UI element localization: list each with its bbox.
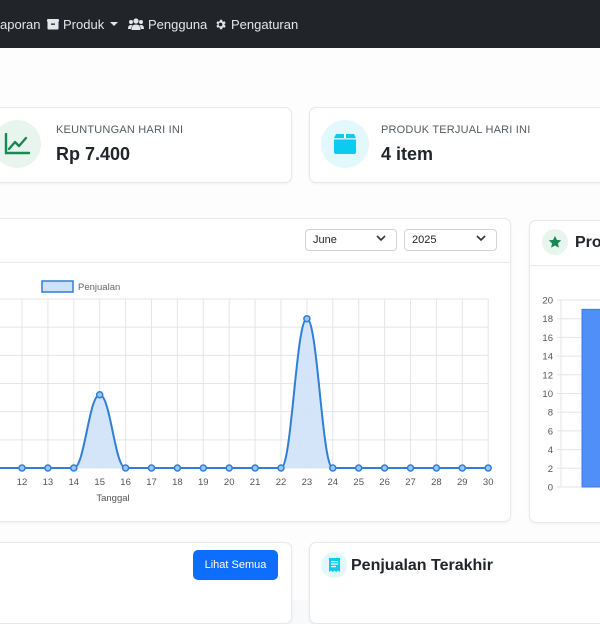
series-area bbox=[0, 318, 489, 468]
data-point bbox=[121, 464, 130, 472]
x-tick-label: 14 bbox=[69, 477, 80, 488]
y-tick-label: 10 bbox=[542, 389, 553, 400]
y-tick-label: 0 bbox=[548, 483, 553, 494]
stat-label: PRODUK TERJUAL HARI INI bbox=[381, 124, 531, 136]
stat-card-sold: PRODUK TERJUAL HARI INI 4 item bbox=[309, 107, 600, 183]
y-tick-label: 4 bbox=[548, 445, 553, 456]
box-icon bbox=[47, 18, 59, 29]
x-tick-label: 13 bbox=[43, 477, 54, 488]
data-point bbox=[70, 464, 78, 472]
data-point bbox=[173, 464, 182, 472]
data-point bbox=[277, 464, 285, 472]
y-tick-label: 8 bbox=[548, 408, 553, 419]
card-title: Pro bbox=[575, 234, 600, 251]
bottom-left-card: Lihat Semua bbox=[0, 542, 292, 624]
x-tick-label: 30 bbox=[483, 477, 494, 488]
y-tick-label: 12 bbox=[542, 370, 553, 381]
month-select-value: June bbox=[313, 234, 337, 246]
y-tick-label: 20 bbox=[542, 296, 553, 307]
x-tick-label: 27 bbox=[405, 477, 416, 488]
sales-line-chart: Penjualan 12 13 14 15 16 17 18 19 20 21 22 23 24 25 26… bbox=[0, 280, 494, 504]
data-point bbox=[329, 464, 337, 472]
x-tick-label: 18 bbox=[172, 477, 183, 488]
data-point bbox=[199, 464, 208, 472]
chevron-down-icon bbox=[476, 235, 486, 242]
x-tick-label: 15 bbox=[94, 477, 105, 488]
data-point bbox=[406, 464, 415, 472]
top-navbar: aporan Produk Pengguna Pengaturan bbox=[0, 0, 600, 48]
x-tick-label: 16 bbox=[120, 477, 131, 488]
y-tick-label: 18 bbox=[542, 314, 553, 325]
nav-item-label: aporan bbox=[0, 16, 41, 32]
chevron-down-icon bbox=[110, 22, 119, 26]
stat-value: 4 item bbox=[381, 144, 434, 164]
year-select[interactable]: 2025 bbox=[404, 229, 497, 251]
nav-item-pengaturan[interactable]: Pengaturan bbox=[214, 0, 298, 48]
x-tick-label: 19 bbox=[198, 477, 209, 488]
data-point bbox=[380, 464, 389, 472]
stat-card-profit: KEUNTUNGAN HARI INI Rp 7.400 bbox=[0, 107, 292, 183]
data-point bbox=[484, 464, 492, 472]
legend-label: Penjualan bbox=[78, 282, 120, 293]
data-point bbox=[44, 464, 52, 472]
data-point bbox=[18, 464, 26, 472]
users-icon bbox=[128, 18, 144, 30]
icon-circle bbox=[321, 552, 347, 578]
bar bbox=[581, 308, 600, 488]
month-select[interactable]: June bbox=[305, 229, 397, 251]
x-axis-title: Tanggal bbox=[96, 493, 129, 504]
card-header-divider bbox=[0, 262, 510, 263]
icon-circle bbox=[542, 229, 568, 255]
series-line bbox=[0, 317, 489, 469]
data-point bbox=[432, 464, 441, 472]
nav-item-label: Produk bbox=[63, 16, 105, 32]
stat-value: Rp 7.400 bbox=[56, 144, 131, 164]
box-icon bbox=[334, 134, 356, 154]
x-tick-label: 26 bbox=[379, 477, 390, 488]
nav-item-label: Pengaturan bbox=[231, 16, 299, 32]
x-tick-label: 23 bbox=[302, 477, 313, 488]
nav-item-laporan[interactable]: aporan bbox=[0, 0, 40, 48]
chart-line-icon bbox=[4, 133, 30, 155]
data-point bbox=[354, 464, 363, 472]
data-point bbox=[225, 464, 233, 472]
chevron-down-icon bbox=[376, 235, 386, 242]
y-tick-label: 6 bbox=[548, 426, 553, 437]
data-point bbox=[458, 464, 467, 472]
y-tick-label: 2 bbox=[548, 464, 553, 475]
nav-item-pengguna[interactable]: Pengguna bbox=[128, 0, 207, 48]
data-point bbox=[303, 314, 311, 323]
x-tick-label: 25 bbox=[353, 477, 364, 488]
nav-item-produk[interactable]: Produk bbox=[47, 0, 119, 48]
x-tick-label: 17 bbox=[146, 477, 157, 488]
stat-label: KEUNTUNGAN HARI INI bbox=[56, 124, 184, 136]
card-title: Penjualan Terakhir bbox=[351, 557, 493, 574]
star-icon bbox=[548, 235, 562, 248]
view-all-button[interactable]: Lihat Semua bbox=[193, 550, 278, 580]
recent-sales-card: Penjualan Terakhir bbox=[309, 542, 600, 624]
x-tick-label: 24 bbox=[328, 477, 339, 488]
x-tick-label: 12 bbox=[17, 477, 28, 488]
card-header-divider bbox=[530, 265, 600, 266]
stat-icon-circle bbox=[0, 120, 41, 168]
top-product-bar-chart: 0 2 4 6 8 10 12 14 16 18 20 bbox=[542, 296, 600, 494]
y-tick-label: 14 bbox=[542, 352, 553, 363]
x-tick-label: 29 bbox=[457, 477, 468, 488]
receipt-icon bbox=[328, 558, 340, 572]
year-select-value: 2025 bbox=[412, 234, 437, 246]
x-tick-label: 20 bbox=[224, 477, 235, 488]
x-tick-label: 21 bbox=[250, 477, 261, 488]
y-tick-label: 16 bbox=[542, 333, 553, 344]
gear-icon bbox=[216, 19, 226, 29]
nav-item-label: Pengguna bbox=[148, 16, 208, 32]
data-point bbox=[251, 464, 259, 472]
data-point bbox=[147, 464, 156, 472]
data-point bbox=[95, 391, 104, 399]
legend-swatch bbox=[41, 280, 74, 293]
x-tick-label: 22 bbox=[276, 477, 287, 488]
x-tick-label: 28 bbox=[431, 477, 442, 488]
stat-icon-circle bbox=[321, 120, 369, 168]
